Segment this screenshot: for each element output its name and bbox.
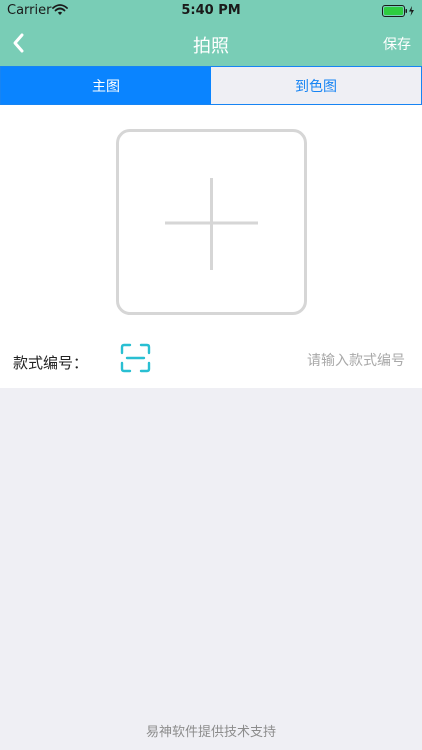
photo-form: 款式编号： [0,105,422,388]
status-time: 5:40 PM [181,3,241,18]
scan-button[interactable] [120,343,151,373]
status-bar: Carrier 5:40 PM [0,0,422,20]
tab-main-image[interactable]: 主图 [1,67,211,104]
battery-charging-icon [382,5,416,21]
header: Carrier 5:40 PM 拍照 保存 [0,0,422,66]
image-type-tabs: 主图 到色图 [0,66,422,105]
save-button[interactable]: 保存 [383,34,411,54]
add-photo-button[interactable] [116,129,307,315]
style-number-input[interactable] [180,349,405,373]
page-title: 拍照 [193,36,229,57]
scan-icon [120,343,151,373]
tab-color-image[interactable]: 到色图 [211,67,421,104]
nav-bar: 拍照 保存 [0,20,422,66]
style-number-label: 款式编号： [13,354,89,372]
plus-icon [165,178,258,270]
footer-credit: 易神软件提供技术支持 [145,725,276,740]
